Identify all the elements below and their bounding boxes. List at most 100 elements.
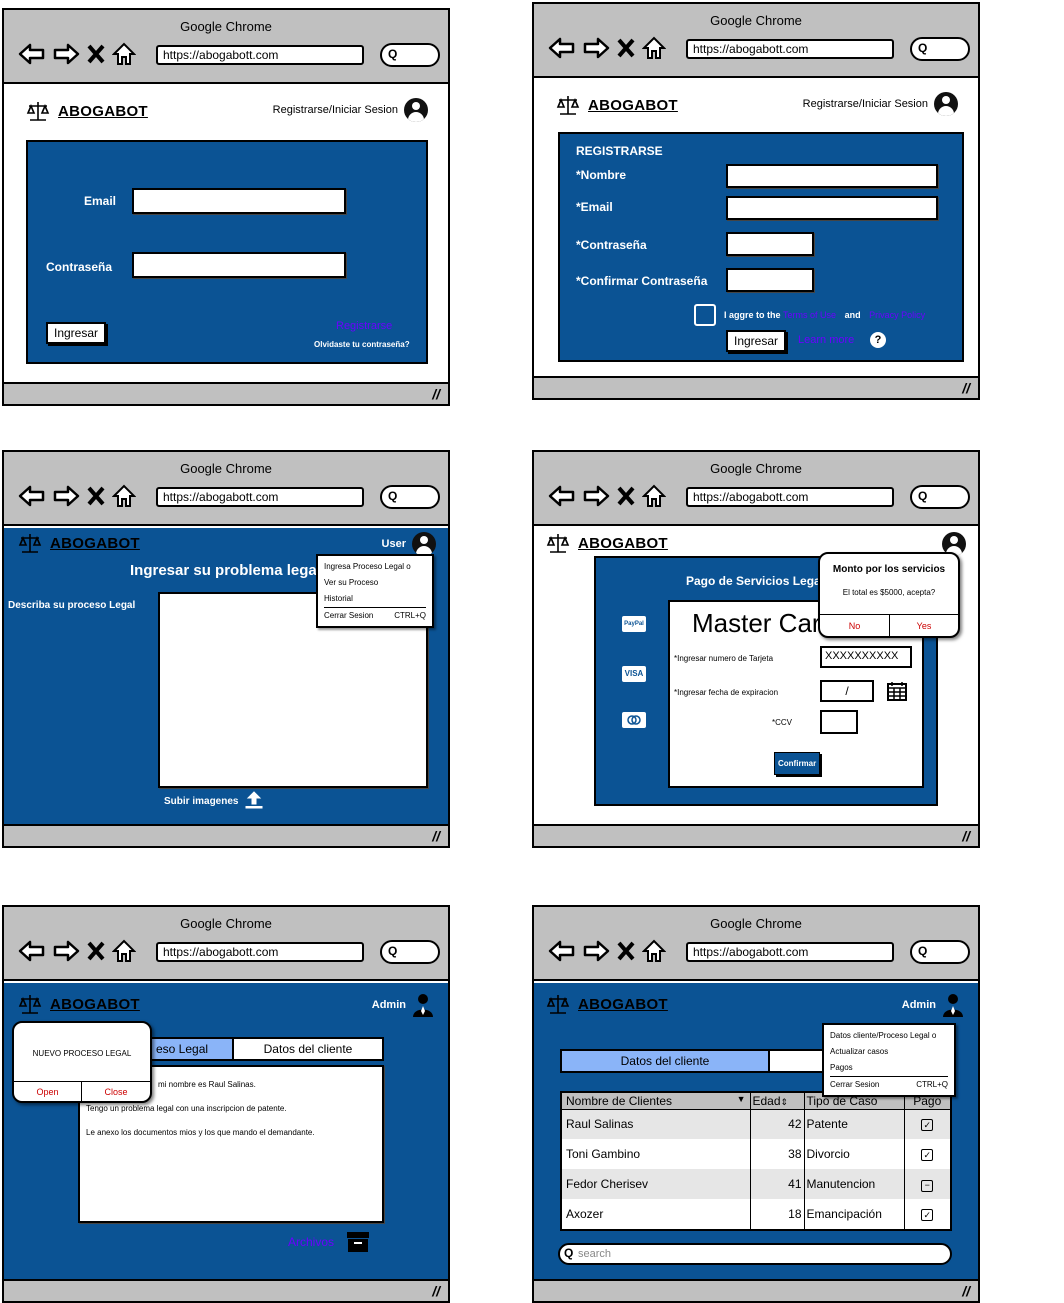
back-icon[interactable] — [18, 939, 46, 963]
menu-item-history[interactable]: Historial — [324, 591, 426, 607]
dialog-close-button[interactable]: Close — [82, 1081, 150, 1101]
home-icon[interactable] — [642, 484, 666, 508]
url-bar[interactable]: https://abogabott.com — [686, 942, 894, 962]
sort-down-icon[interactable]: ▼ — [737, 1094, 746, 1104]
user-avatar-icon[interactable] — [412, 532, 436, 556]
menu-item-logout[interactable]: Cerrar Sesion CTRL+Q — [324, 607, 426, 623]
password-field[interactable] — [132, 252, 346, 278]
back-icon[interactable] — [548, 484, 576, 508]
home-icon[interactable] — [642, 36, 666, 60]
user-avatar-icon[interactable] — [934, 92, 958, 116]
forgot-password-link[interactable]: Olvidaste tu contraseña? — [314, 340, 410, 349]
dialog-open-button[interactable]: Open — [14, 1081, 82, 1101]
forward-icon[interactable] — [52, 42, 80, 66]
forward-icon[interactable] — [52, 939, 80, 963]
browser-search-button[interactable]: Q — [380, 485, 440, 509]
admin-avatar-icon[interactable] — [412, 993, 434, 1017]
browser-search-button[interactable]: Q — [910, 37, 970, 61]
menu-item-new-process[interactable]: Ingresa Proceso Legal o — [324, 559, 426, 575]
cell-paid[interactable]: ✓ — [904, 1139, 950, 1169]
column-header-name[interactable]: Nombre de Clientes ▼ — [562, 1093, 751, 1110]
confirm-payment-button[interactable]: Confirmar — [774, 752, 821, 775]
menu-item-client-data[interactable]: Datos cliente/Proceso Legal o — [830, 1028, 948, 1044]
mastercard-method[interactable]: mastercard — [622, 712, 646, 728]
privacy-link[interactable]: Privacy Policy — [869, 310, 925, 320]
resize-grip-icon[interactable]: // — [432, 386, 440, 402]
resize-grip-icon[interactable]: // — [962, 828, 970, 844]
header-account[interactable]: Registrarse/Iniciar Sesion — [803, 92, 958, 116]
terms-link[interactable]: Terms of Use — [783, 310, 836, 320]
tab-client-data[interactable]: Datos del cliente — [560, 1049, 770, 1073]
url-bar[interactable]: https://abogabott.com — [156, 487, 364, 507]
close-icon[interactable] — [616, 940, 636, 962]
email-field[interactable] — [132, 188, 346, 214]
dialog-no-button[interactable]: No — [820, 614, 890, 636]
calendar-icon[interactable] — [886, 680, 908, 702]
table-row[interactable]: Raul Salinas 42 Patente ✓ — [562, 1109, 950, 1139]
paypal-method[interactable]: PayPal — [622, 616, 646, 632]
brand-logo[interactable]: ABOGABOT — [546, 993, 668, 1015]
checkbox-checked-icon[interactable]: ✓ — [921, 1149, 934, 1161]
url-bar[interactable]: https://abogabott.com — [156, 45, 364, 65]
close-icon[interactable] — [86, 940, 106, 962]
brand-logo[interactable]: ABOGABOT — [18, 993, 140, 1015]
browser-search-button[interactable]: Q — [380, 43, 440, 67]
header-account[interactable]: Registrarse/Iniciar Sesion — [273, 98, 428, 122]
register-login-link[interactable]: Registrarse/Iniciar Sesion — [273, 104, 398, 116]
resize-grip-icon[interactable]: // — [962, 1283, 970, 1299]
home-icon[interactable] — [112, 484, 136, 508]
header-account[interactable]: Admin — [372, 993, 434, 1017]
upload-label[interactable]: Subir imagenes — [164, 796, 238, 807]
agree-checkbox[interactable] — [694, 304, 716, 326]
register-login-link[interactable]: Registrarse/Iniciar Sesion — [803, 98, 928, 110]
card-number-field[interactable]: XXXXXXXXXX — [820, 646, 912, 668]
learn-more-link[interactable]: Learn more — [798, 334, 854, 346]
brand-logo[interactable]: ABOGABOT — [18, 532, 140, 554]
menu-item-update-cases[interactable]: Actualizar casos — [830, 1044, 948, 1060]
forward-icon[interactable] — [582, 36, 610, 60]
resize-grip-icon[interactable]: // — [432, 828, 440, 844]
url-bar[interactable]: https://abogabott.com — [156, 942, 364, 962]
user-avatar-icon[interactable] — [404, 98, 428, 122]
visa-method[interactable]: VISA — [622, 666, 646, 682]
sort-icon[interactable]: ⇕ — [781, 1097, 789, 1107]
tab-client-data[interactable]: Datos del cliente — [234, 1037, 384, 1061]
expiry-field[interactable]: / — [820, 680, 874, 702]
admin-avatar-icon[interactable] — [942, 993, 964, 1017]
brand-logo[interactable]: ABOGABOT — [546, 532, 668, 554]
tab-process[interactable]: eso Legal — [148, 1037, 234, 1061]
column-header-age[interactable]: Edad⇕ — [750, 1093, 805, 1110]
files-link[interactable]: Archivos — [288, 1235, 334, 1249]
header-account[interactable]: Admin — [902, 993, 964, 1017]
cell-paid[interactable]: ✓ — [904, 1109, 950, 1139]
home-icon[interactable] — [112, 939, 136, 963]
password-field[interactable] — [726, 232, 814, 256]
login-button[interactable]: Ingresar — [46, 322, 107, 344]
back-icon[interactable] — [18, 42, 46, 66]
checkbox-checked-icon[interactable]: ✓ — [921, 1119, 934, 1132]
forward-icon[interactable] — [582, 484, 610, 508]
checkbox-checked-icon[interactable]: ✓ — [921, 1209, 934, 1221]
archive-icon[interactable] — [346, 1231, 370, 1253]
forward-icon[interactable] — [582, 939, 610, 963]
brand-logo[interactable]: ABOGABOT — [26, 100, 148, 122]
name-field[interactable] — [726, 164, 938, 188]
close-icon[interactable] — [616, 37, 636, 59]
confirm-password-field[interactable] — [726, 268, 814, 292]
menu-item-logout[interactable]: Cerrar Sesion CTRL+Q — [830, 1076, 948, 1092]
dialog-yes-button[interactable]: Yes — [890, 614, 958, 636]
register-link[interactable]: Registrarse — [336, 320, 392, 332]
help-icon[interactable]: ? — [870, 332, 886, 348]
browser-search-button[interactable]: Q — [380, 940, 440, 964]
email-field[interactable] — [726, 196, 938, 220]
register-submit-button[interactable]: Ingresar — [726, 330, 787, 352]
checkbox-partial-icon[interactable]: − — [921, 1179, 934, 1192]
url-bar[interactable]: https://abogabott.com — [686, 487, 894, 507]
home-icon[interactable] — [112, 42, 136, 66]
resize-grip-icon[interactable]: // — [962, 380, 970, 396]
browser-search-button[interactable]: Q — [910, 940, 970, 964]
back-icon[interactable] — [548, 36, 576, 60]
table-row[interactable]: Axozer 18 Emancipación ✓ — [562, 1199, 950, 1229]
close-icon[interactable] — [86, 43, 106, 65]
client-search-box[interactable]: Q search — [558, 1243, 952, 1265]
